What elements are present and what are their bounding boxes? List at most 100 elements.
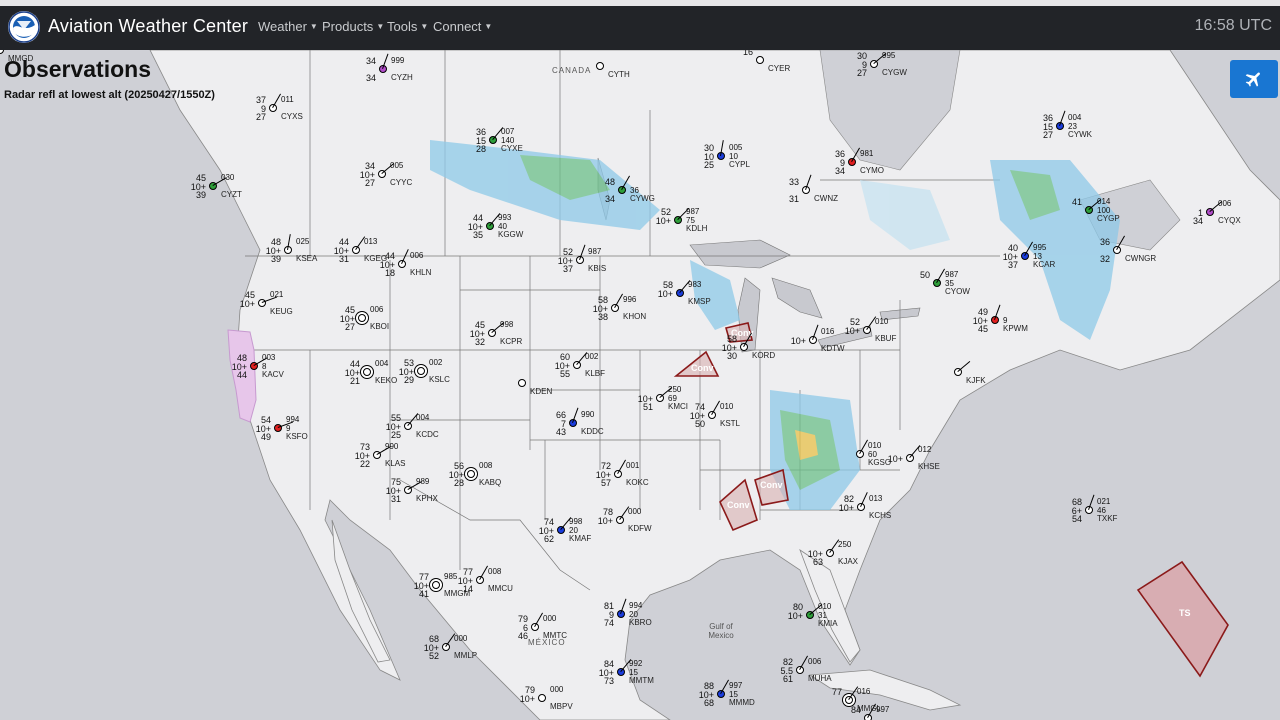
station-dewpoint: 73: [603, 676, 614, 686]
station-id: KCPR: [500, 337, 523, 346]
station-id: MMTM: [629, 676, 654, 685]
station-id: KSTL: [720, 419, 741, 428]
chevron-down-icon: ▼: [484, 22, 493, 31]
station-sky-cover-icon: [358, 314, 366, 322]
station-id: CYGP: [1097, 214, 1120, 223]
station-pressure: 008: [488, 567, 502, 576]
station-visibility: 10+: [239, 299, 255, 309]
station-id: CYER: [768, 64, 791, 73]
convective-label[interactable]: Conv: [691, 363, 714, 373]
station-id: MMGM: [444, 589, 471, 598]
app-frame: Aviation Weather Center Weather ▼ Product…: [0, 6, 1280, 720]
menu-tools[interactable]: Tools ▼: [387, 19, 428, 34]
station-pressure: 007: [501, 127, 515, 136]
station-sky-cover-icon: [363, 368, 371, 376]
station-pressure: 987: [945, 270, 959, 279]
station-id: CYWK: [1068, 130, 1092, 139]
station-tendency: 23: [1068, 122, 1077, 131]
station-pressure: 005: [729, 143, 743, 152]
station-id: CWNGR: [1125, 254, 1157, 263]
station-pressure: 013: [869, 494, 883, 503]
station-visibility: 10+: [844, 326, 860, 336]
weather-map[interactable]: Observations Radar refl at lowest alt (2…: [0, 50, 1280, 720]
station-id: KMAF: [569, 534, 592, 543]
station-id: KDFW: [628, 524, 652, 533]
station-dewpoint: 68: [703, 698, 714, 708]
station-temp: 33: [788, 177, 799, 187]
station-dewpoint: 51: [642, 402, 653, 412]
station-sky-cover-icon: [756, 56, 764, 64]
station-id: KJAX: [838, 557, 859, 566]
station-pressure: 006: [1218, 199, 1232, 208]
station-pressure: 012: [918, 445, 932, 454]
station-pressure: 005: [390, 161, 404, 170]
station-pressure: 025: [296, 237, 310, 246]
station-pressure: 004: [1068, 113, 1082, 122]
station-id: CYXE: [501, 144, 523, 153]
radar-subtitle: Radar refl at lowest alt (20250427/1550Z…: [4, 89, 215, 101]
station-pressure: 011: [281, 95, 294, 104]
station-dewpoint: 27: [856, 68, 867, 78]
station-id: CYMO: [860, 166, 884, 175]
label-canada: CANADA: [552, 66, 592, 75]
station-id: CYZT: [221, 190, 242, 199]
station-id: CYQX: [1218, 216, 1241, 225]
menu-weather-label: Weather: [258, 19, 307, 34]
menu-products[interactable]: Products ▼: [322, 19, 384, 34]
station-visibility: 10+: [787, 611, 803, 621]
station-visibility: 10+: [657, 289, 673, 299]
station-id: CYZH: [391, 73, 413, 82]
chevron-down-icon: ▼: [376, 22, 385, 31]
station-pressure: 985: [444, 572, 458, 581]
station-id: KGGW: [498, 230, 524, 239]
station-id: MMTC: [543, 631, 567, 640]
station-pressure: 010: [868, 441, 882, 450]
station-sky-cover-icon: [596, 62, 604, 70]
station-pressure: 983: [688, 280, 702, 289]
station-tendency: 20: [569, 526, 578, 535]
station-pressure: 990: [385, 442, 399, 451]
label-gulf: Gulf of Mexico: [708, 622, 734, 640]
utc-clock: 16:58 UTC: [1194, 17, 1272, 34]
site-title[interactable]: Aviation Weather Center: [48, 16, 248, 37]
menu-weather[interactable]: Weather ▼: [258, 19, 318, 34]
station-dewpoint: 55: [559, 369, 570, 379]
station-tendency: 9: [1003, 316, 1008, 325]
station-id: KOKC: [626, 478, 649, 487]
station-id: KPHX: [416, 494, 438, 503]
station-pressure: 995: [882, 51, 896, 60]
menu-connect[interactable]: Connect ▼: [433, 19, 492, 34]
station-visibility: 10+: [790, 336, 806, 346]
station-id: KHSE: [918, 462, 940, 471]
station-tendency: 15: [629, 668, 638, 677]
station-id: KLAS: [385, 459, 406, 468]
station-dewpoint: 30: [726, 351, 737, 361]
station-pressure: 014: [1097, 197, 1111, 206]
station-dewpoint: 34: [604, 194, 615, 204]
station-dewpoint: 38: [597, 312, 608, 322]
station-tendency: 36: [630, 186, 639, 195]
noaa-logo-icon[interactable]: [8, 11, 40, 43]
station-pressure: 992: [629, 659, 643, 668]
station-pressure: 001: [626, 461, 640, 470]
station-dewpoint: 29: [403, 375, 414, 385]
station-dewpoint: 28: [453, 478, 464, 488]
station-dewpoint: 18: [384, 268, 395, 278]
menu-tools-label: Tools: [387, 19, 418, 34]
station-pressure: 006: [370, 305, 384, 314]
station-pressure: 006: [808, 657, 822, 666]
station-pressure: 981: [860, 149, 874, 158]
station-pressure: 998: [569, 517, 583, 526]
station-pressure: 006: [410, 251, 424, 260]
flight-path-button[interactable]: [1230, 60, 1278, 98]
station-pressure: 250: [838, 540, 852, 549]
station-id: KEKO: [375, 376, 398, 385]
sigmet-ts-label[interactable]: TS: [1179, 608, 1191, 618]
station-id: KACV: [262, 370, 284, 379]
station-pressure: 996: [623, 295, 637, 304]
station-dewpoint: 34: [1192, 216, 1203, 226]
station-dewpoint: 52: [428, 651, 439, 661]
convective-label[interactable]: Conv: [727, 500, 750, 510]
convective-label[interactable]: Conv: [760, 480, 783, 490]
station-dewpoint: 54: [1071, 514, 1082, 524]
